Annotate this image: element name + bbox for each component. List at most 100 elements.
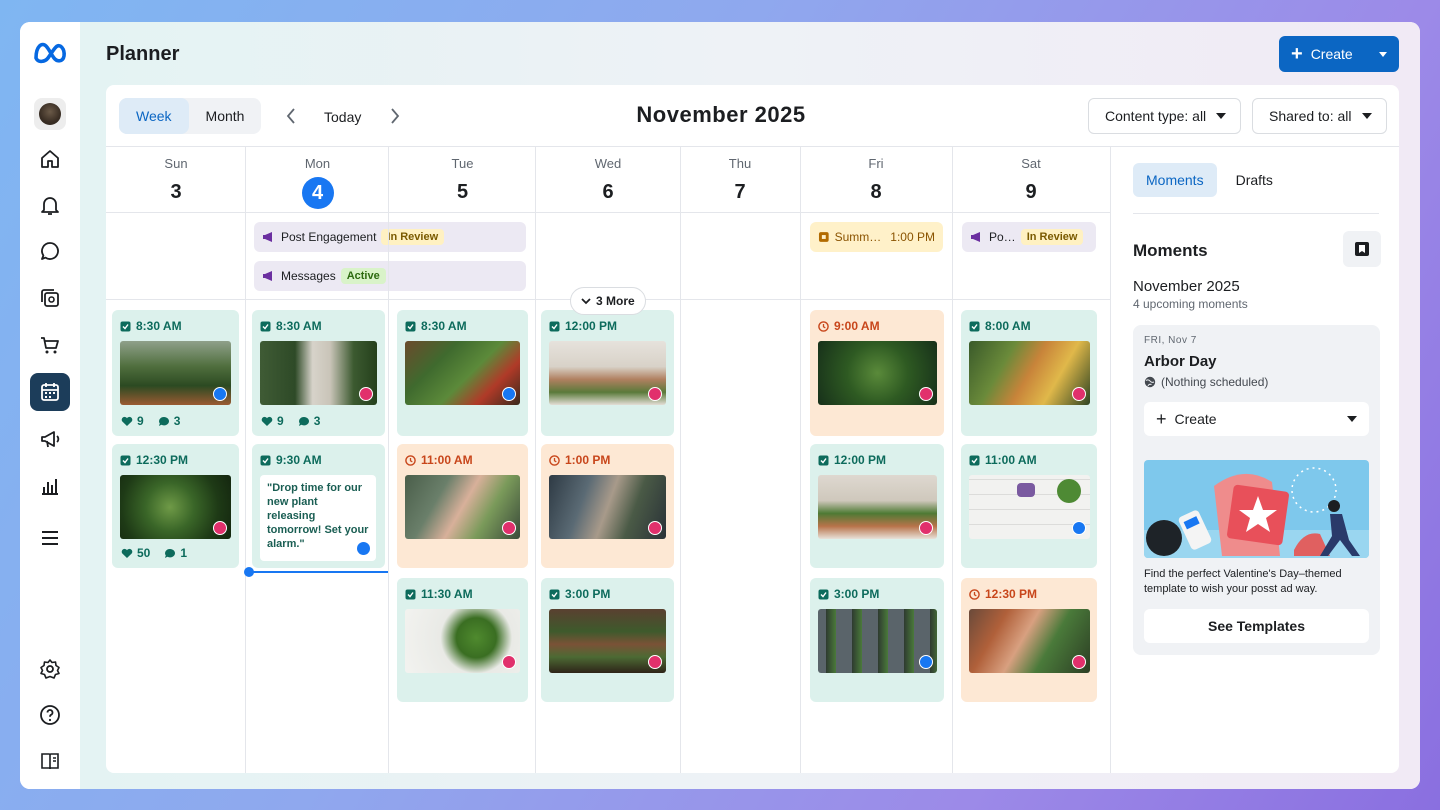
day-name: Fri (868, 156, 884, 171)
create-button[interactable]: + Create (1279, 36, 1399, 72)
avatar[interactable] (34, 98, 66, 130)
likes-count: 9 (277, 414, 284, 428)
campaign-pill[interactable]: Post Engagement In Review (254, 222, 526, 252)
comment-icon (158, 416, 169, 426)
post-card[interactable]: 12:30 PM 50 1 (112, 444, 239, 568)
post-card[interactable]: 11:00 AM (397, 444, 528, 568)
campaign-pill[interactable]: Messages Active (254, 261, 526, 291)
post-card[interactable]: 1:00 PM (541, 444, 674, 568)
shared-to-label: Shared to: all (1269, 108, 1352, 124)
view-switcher: Week Month (119, 98, 262, 134)
post-card[interactable]: 11:00 AM (961, 444, 1097, 568)
nav-commerce[interactable] (30, 326, 70, 364)
tab-month[interactable]: Month (189, 98, 262, 134)
instagram-icon (213, 521, 227, 535)
page-title: Planner (106, 43, 180, 65)
post-time: 12:00 PM (818, 453, 886, 467)
day-header[interactable]: Sat 9 (952, 147, 1110, 207)
post-card[interactable]: 3:00 PM (541, 578, 674, 702)
facebook-icon (213, 387, 227, 401)
post-card[interactable]: 3:00 PM (810, 578, 944, 702)
nav-inbox[interactable] (30, 232, 70, 270)
post-card[interactable]: 8:30 AM (397, 310, 528, 436)
day-header[interactable]: Mon 4 (246, 147, 389, 209)
post-card[interactable]: 8:30 AM 9 3 (252, 310, 385, 436)
post-card[interactable]: 12:00 PM (541, 310, 674, 436)
day-name: Sat (1021, 156, 1041, 171)
moment-status-text: (Nothing scheduled) (1161, 375, 1269, 389)
nav-settings[interactable] (30, 650, 70, 688)
chevron-down-icon (1361, 113, 1372, 119)
facebook-icon (1072, 521, 1086, 535)
nav-ads[interactable] (30, 420, 70, 458)
moment-pill[interactable]: Summ… 1:00 PM (810, 222, 943, 252)
tab-moments[interactable]: Moments (1133, 163, 1217, 197)
today-button[interactable]: Today (324, 109, 361, 125)
nav-help[interactable] (30, 696, 70, 734)
divider (680, 147, 681, 773)
moment-name: Arbor Day (1144, 353, 1217, 370)
day-header[interactable]: Thu 7 (680, 147, 800, 207)
post-time-label: 11:30 AM (421, 587, 473, 601)
day-header[interactable]: Wed 6 (536, 147, 680, 207)
nav-all-tools[interactable] (30, 519, 70, 557)
show-more-button[interactable]: 3 More (570, 287, 646, 315)
nav-notifications[interactable] (30, 186, 70, 224)
post-card[interactable]: 12:00 PM (810, 444, 944, 568)
nav-home[interactable] (30, 140, 70, 178)
bookmark-icon (1355, 242, 1369, 256)
post-image (120, 341, 231, 405)
post-card[interactable]: 11:30 AM (397, 578, 528, 702)
post-time: 11:00 AM (969, 453, 1037, 467)
post-card[interactable]: 9:00 AM (810, 310, 944, 436)
moments-action-button[interactable] (1343, 231, 1381, 267)
post-time: 8:00 AM (969, 319, 1031, 333)
tab-drafts[interactable]: Drafts (1223, 163, 1286, 197)
scheduled-icon (120, 455, 131, 465)
post-time: 8:30 AM (260, 319, 322, 333)
content-type-filter[interactable]: Content type: all (1088, 98, 1242, 134)
day-name: Mon (304, 156, 331, 171)
post-time-label: 11:00 AM (421, 453, 473, 467)
tab-week[interactable]: Week (119, 98, 189, 134)
show-more-label: 3 More (596, 294, 635, 308)
month-title: November 2025 (636, 102, 806, 127)
chevron-left-icon[interactable] (286, 107, 296, 125)
day-header[interactable]: Fri 8 (800, 147, 952, 207)
nav-content[interactable] (30, 279, 70, 317)
moments-heading: Moments (1133, 241, 1208, 260)
post-time-label: 9:00 AM (834, 319, 880, 333)
moments-count: 4 upcoming moments (1133, 297, 1248, 311)
shared-to-filter[interactable]: Shared to: all (1252, 98, 1387, 134)
plus-icon: + (1156, 409, 1167, 429)
divider (952, 147, 953, 773)
megaphone-icon (41, 431, 60, 448)
see-templates-button[interactable]: See Templates (1144, 609, 1369, 643)
post-time-label: 11:00 AM (985, 453, 1037, 467)
day-header[interactable]: Sun 3 (106, 147, 246, 207)
post-card[interactable]: 12:30 PM (961, 578, 1097, 702)
post-time: 9:30 AM (260, 453, 322, 467)
heart-icon (121, 548, 133, 558)
insights-icon (42, 479, 58, 495)
post-image (969, 609, 1090, 673)
meta-logo-icon[interactable] (32, 38, 68, 66)
side-tabs: Moments Drafts (1133, 163, 1286, 197)
moment-create-button[interactable]: + Create (1144, 402, 1369, 436)
nav-planner[interactable] (30, 373, 70, 411)
nav-insights[interactable] (30, 467, 70, 505)
likes-count: 50 (137, 546, 151, 560)
post-card[interactable]: 8:30 AM 9 3 (112, 310, 239, 436)
post-time: 8:30 AM (120, 319, 182, 333)
day-header[interactable]: Tue 5 (389, 147, 536, 207)
post-card[interactable]: 8:00 AM (961, 310, 1097, 436)
likes-count: 9 (137, 414, 144, 428)
divider (245, 147, 246, 773)
menu-icon (42, 531, 58, 545)
post-time: 12:00 PM (549, 319, 617, 333)
post-card[interactable]: 9:30 AM "Drop time for our new plant rel… (252, 444, 385, 568)
campaign-pill[interactable]: Po… In Review (962, 222, 1096, 252)
chevron-right-icon[interactable] (390, 107, 400, 125)
nav-report[interactable] (30, 742, 70, 780)
day-name: Tue (451, 156, 474, 171)
